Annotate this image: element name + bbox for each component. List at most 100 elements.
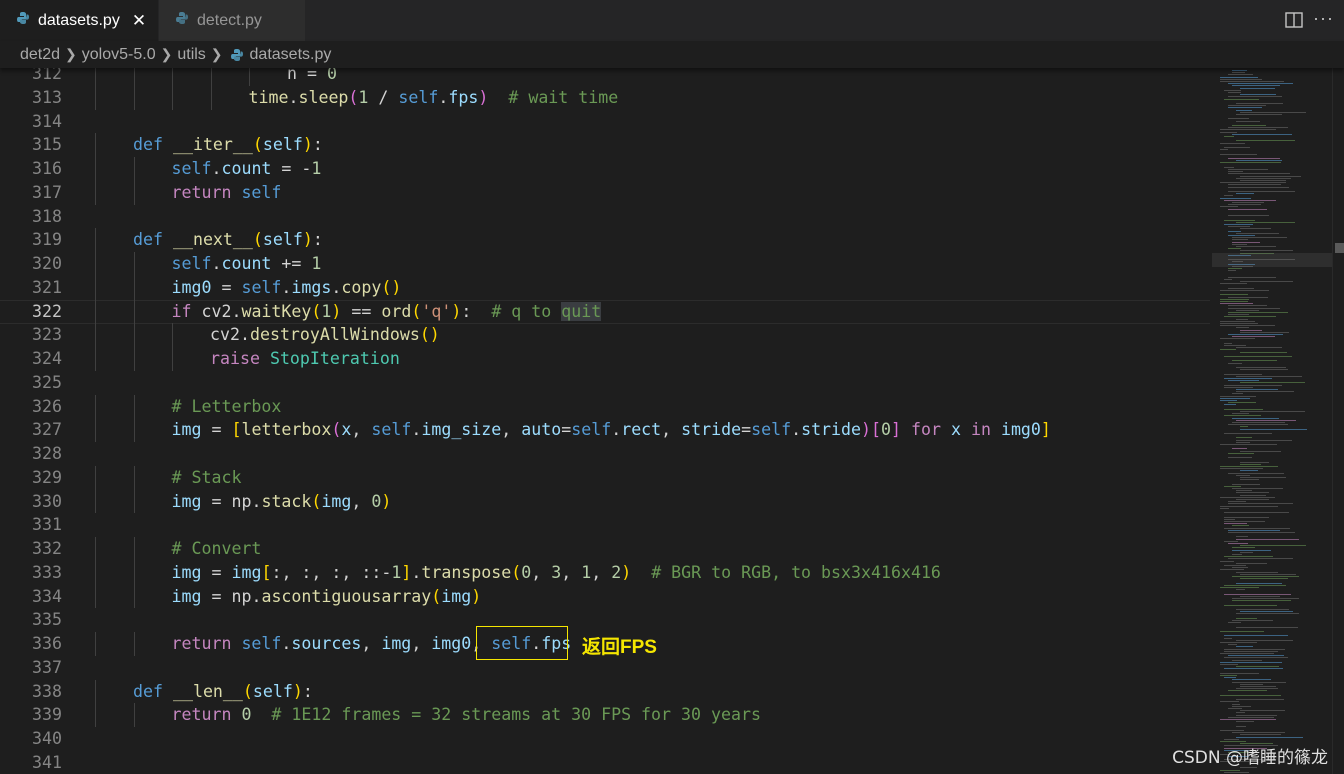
minimap-line [1232,554,1242,555]
minimap-line [1228,208,1267,210]
tab-datasets-py[interactable]: datasets.py ✕ [0,0,158,41]
python-file-icon [230,48,244,62]
vertical-scrollbar[interactable] [1332,68,1344,774]
minimap-line [1228,501,1247,503]
code-line[interactable]: 313 time.sleep(1 / self.fps) # wait time [0,85,1210,110]
code-token: ) [451,301,462,321]
minimap-line [1224,345,1247,346]
line-number: 335 [32,610,62,630]
minimap-line [1228,169,1269,170]
minimap-line [1220,320,1256,322]
code-line[interactable]: 319 def __next__(self): [0,228,1210,252]
code-line[interactable]: 322 if cv2.waitKey(1) == ord('q'): # q to… [0,299,1210,324]
code-line[interactable]: 329 # Stack [0,465,1210,490]
breadcrumb-item[interactable]: utils [177,46,205,64]
code-line[interactable]: 328 [0,442,1210,466]
code-line[interactable]: 338 def __len__(self): [0,679,1210,704]
minimap-line [1220,323,1258,324]
code-token: () [419,325,440,345]
minimap-line [1220,642,1258,643]
code-line[interactable]: 321 img0 = self.imgs.copy() [0,275,1210,300]
code-line[interactable]: 317 return self [0,180,1210,205]
code-line[interactable]: 332 # Convert [0,537,1210,561]
minimap-line [1220,507,1229,509]
code-line[interactable]: 315 def __iter__(self): [0,133,1210,157]
minimap-line [1236,639,1293,641]
minimap-slider[interactable] [1212,253,1332,267]
code-token: self [241,182,282,202]
minimap-line [1228,543,1248,544]
minimap-line [1220,468,1263,470]
code-text: img = np.stack(img, 0) [172,490,392,514]
watermark: CSDN @嗜睡的篠龙 [1172,748,1328,768]
line-number: 313 [32,87,62,107]
minimap-line [1220,395,1257,397]
minimap-line [1232,547,1255,549]
indent-guide [133,418,135,442]
minimap-line [1220,162,1281,164]
minimap-line [1228,655,1284,657]
code-token: ) [471,586,482,606]
minimap-line [1232,393,1243,395]
code-line[interactable]: 323 cv2.destroyAllWindows() [0,323,1210,347]
code-line[interactable]: 334 img = np.ascontiguousarray(img) [0,584,1210,609]
code-editor[interactable]: 312 n = 0 313 time.sleep(1 / self.fps) # wa… [0,68,1210,774]
code-line[interactable]: 340 [0,727,1210,751]
split-editor-icon[interactable] [1284,10,1304,30]
close-icon[interactable]: ✕ [132,11,146,31]
indent-guide [95,703,96,727]
tab-detect-py[interactable]: detect.py [158,0,305,41]
breadcrumb-item[interactable]: datasets.py [250,46,332,64]
minimap-line [1224,771,1249,773]
line-number: 316 [32,159,62,178]
code-line[interactable]: 316 self.count = -1 [0,157,1210,181]
code-token: self [751,420,792,440]
minimap-line [1228,472,1285,474]
code-line[interactable]: 318 [0,205,1210,229]
breadcrumb-item[interactable]: yolov5-5.0 [82,46,156,64]
minimap-line [1228,105,1266,107]
minimap[interactable] [1212,68,1332,774]
minimap-line [1220,303,1253,305]
code-line[interactable]: 326 # Letterbox [0,394,1210,419]
code-line[interactable]: 324 raise StopIteration [0,347,1210,371]
code-token: __next__ [172,230,253,250]
minimap-line [1220,741,1246,742]
code-line[interactable]: 325 [0,371,1210,395]
minimap-line [1240,686,1277,687]
indent-guide [95,394,96,419]
code-line[interactable]: 331 [0,513,1210,537]
minimap-line [1232,125,1267,126]
code-line[interactable]: 341 [0,751,1210,774]
code-line[interactable]: 320 self.count += 1 [0,252,1210,276]
line-number: 319 [32,230,62,250]
line-number: 317 [32,182,62,202]
code-token: raise [210,349,270,368]
minimap-line [1228,503,1293,505]
code-text: img = img[:, :, :, ::-1].transpose(0, 3,… [172,561,941,585]
minimap-line [1220,661,1282,663]
minimap-line [1220,129,1276,131]
code-token: 1 [581,562,592,582]
code-token: 1 [311,254,322,273]
indent-guide [133,632,135,656]
code-line[interactable]: 312 n = 0 [0,68,1210,86]
breadcrumb-item[interactable]: det2d [20,46,60,64]
code-line[interactable]: 339 return 0 # 1E12 frames = 32 streams a… [0,703,1210,727]
code-line[interactable]: 335 [0,608,1210,632]
minimap-line [1220,78,1262,80]
minimap-line [1220,397,1250,399]
more-actions-icon[interactable]: ··· [1313,8,1334,29]
minimap-line [1228,276,1277,278]
code-line[interactable]: 330 img = np.stack(img, 0) [0,489,1210,514]
minimap-line [1240,573,1297,575]
code-line[interactable]: 314 [0,110,1210,134]
scrollbar-thumb[interactable] [1335,243,1344,253]
code-token: . [331,277,342,297]
indent-guide [95,418,96,442]
code-line[interactable]: 333 img = img[:, :, :, ::-1].transpose(0,… [0,560,1210,585]
code-line[interactable]: 327 img = [letterbox(x, self.img_size, au… [0,418,1210,442]
indent-guide [95,275,96,300]
code-line[interactable]: 337 [0,656,1210,680]
minimap-line [1240,382,1305,384]
